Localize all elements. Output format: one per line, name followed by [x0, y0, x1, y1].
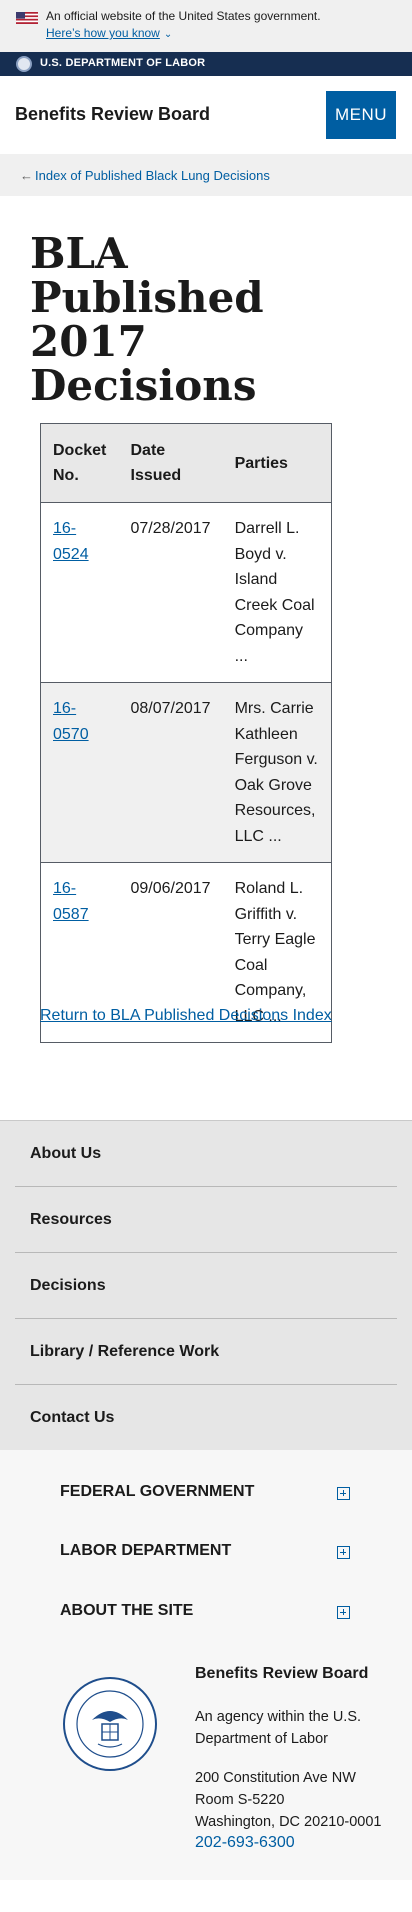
accordion-label: FEDERAL GOVERNMENT — [60, 1483, 255, 1500]
table-header-row: Docket No. Date Issued Parties — [40, 423, 332, 503]
accordion-federal-government[interactable]: FEDERAL GOVERNMENT — [60, 1483, 360, 1507]
dol-agency-label[interactable]: U.S. DEPARTMENT OF LABOR — [40, 57, 205, 69]
footer-nav-library[interactable]: Library / Reference Work — [15, 1319, 397, 1385]
date-cell: 07/28/2017 — [118, 502, 223, 683]
footer-nav-resources[interactable]: Resources — [15, 1187, 397, 1253]
agency-phone-link[interactable]: 202-693-6300 — [195, 1834, 295, 1852]
footer-nav: About Us Resources Decisions Library / R… — [0, 1120, 412, 1451]
breadcrumb-back-link[interactable]: ← Index of Published Black Lung Decisions — [20, 168, 270, 183]
site-title[interactable]: Benefits Review Board — [15, 104, 210, 125]
agency-description: An agency within the U.S. Department of … — [195, 1709, 362, 1747]
how-you-know-label: Here’s how you know — [46, 26, 160, 40]
site-header: Benefits Review Board MENU — [0, 76, 412, 154]
dol-seal-icon — [16, 56, 32, 72]
accordion-about-the-site[interactable]: ABOUT THE SITE — [60, 1602, 360, 1626]
docket-link[interactable]: 16-0587 — [53, 880, 89, 923]
page-title: BLA Published 2017 Decisions — [30, 229, 264, 410]
docket-cell: 16-0524 — [40, 502, 119, 683]
column-header-parties: Parties — [222, 423, 332, 503]
accordion-labor-department[interactable]: LABOR DEPARTMENT — [60, 1542, 360, 1566]
chevron-down-icon: ⌄ — [163, 29, 173, 40]
footer-nav-decisions[interactable]: Decisions — [15, 1253, 397, 1319]
how-you-know-toggle[interactable]: Here’s how you know ⌄ — [46, 26, 172, 40]
dol-agency-bar: U.S. DEPARTMENT OF LABOR — [0, 52, 412, 76]
menu-button[interactable]: MENU — [326, 91, 396, 139]
column-header-docket: Docket No. — [40, 423, 119, 503]
date-cell: 08/07/2017 — [118, 682, 223, 863]
agency-address: 200 Constitution Ave NW Room S-5220 Wash… — [195, 1767, 395, 1833]
decisions-table: Docket No. Date Issued Parties 16-0524 0… — [40, 423, 332, 1043]
address-line: Washington, DC 20210-0001 — [195, 1814, 382, 1830]
parties-cell: Mrs. Carrie Kathleen Ferguson v. Oak Gro… — [222, 682, 332, 863]
address-line: 200 Constitution Ave NW — [195, 1770, 356, 1786]
expand-plus-icon — [337, 1487, 350, 1500]
docket-link[interactable]: 16-0524 — [53, 520, 89, 563]
us-flag-icon — [16, 12, 38, 24]
gov-banner: An official website of the United States… — [0, 0, 412, 52]
docket-link[interactable]: 16-0570 — [53, 700, 89, 743]
expand-plus-icon — [337, 1546, 350, 1559]
footer-nav-contact-us[interactable]: Contact Us — [15, 1385, 397, 1451]
address-line: Room S-5220 — [195, 1792, 285, 1808]
docket-cell: 16-0570 — [40, 682, 119, 863]
expand-plus-icon — [337, 1606, 350, 1619]
agency-name: Benefits Review Board — [195, 1665, 369, 1682]
footer-nav-about-us[interactable]: About Us — [15, 1121, 397, 1187]
arrow-left-icon: ← — [20, 168, 33, 183]
dol-seal-logo — [63, 1677, 157, 1771]
table-row: 16-0570 08/07/2017 Mrs. Carrie Kathleen … — [40, 682, 332, 863]
table-row: 16-0524 07/28/2017 Darrell L. Boyd v. Is… — [40, 502, 332, 683]
return-to-index-link[interactable]: Return to BLA Published Decisions Index — [40, 1007, 332, 1025]
official-site-text: An official website of the United States… — [46, 9, 321, 23]
accordion-label: LABOR DEPARTMENT — [60, 1542, 232, 1559]
breadcrumb: ← Index of Published Black Lung Decisions — [0, 154, 412, 196]
accordion-label: ABOUT THE SITE — [60, 1602, 194, 1619]
breadcrumb-label: Index of Published Black Lung Decisions — [35, 168, 270, 183]
column-header-date: Date Issued — [118, 423, 223, 503]
parties-cell: Darrell L. Boyd v. Island Creek Coal Com… — [222, 502, 332, 683]
